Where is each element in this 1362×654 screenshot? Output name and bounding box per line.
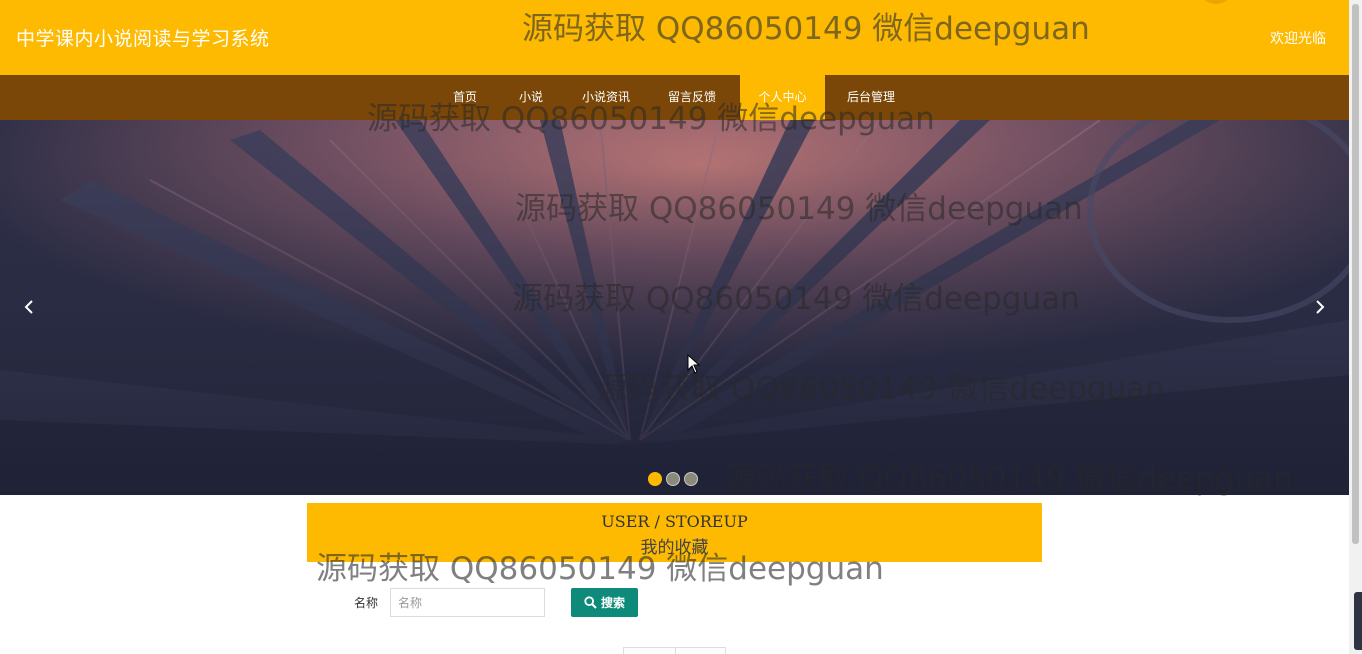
nav-item-admin[interactable]: 后台管理: [839, 75, 903, 120]
carousel-indicators: [648, 472, 698, 486]
nav-item-user-center[interactable]: 个人中心: [740, 75, 825, 120]
carousel-dot-1[interactable]: [648, 472, 662, 486]
page-scrollbar[interactable]: [1349, 0, 1362, 654]
search-button-label: 搜索: [600, 596, 625, 610]
search-name-input[interactable]: [390, 588, 545, 617]
chevron-right-icon: [1316, 300, 1325, 314]
section-title-cn: 我的收藏: [640, 538, 709, 558]
search-name-label: 名称: [354, 596, 379, 610]
banner-open-book-image: [0, 120, 1349, 495]
site-title: 中学课内小说阅读与学习系统: [16, 28, 270, 50]
main-nav: 首页 小说 小说资讯 留言反馈 个人中心 后台管理: [0, 75, 1349, 120]
chevron-left-icon: [24, 300, 33, 314]
search-icon: [584, 596, 597, 609]
welcome-text: 欢迎光临: [1270, 31, 1326, 47]
nav-item-novels[interactable]: 小说: [508, 75, 554, 120]
scrollbar-thumb[interactable]: [1352, 4, 1359, 544]
page: 中学课内小说阅读与学习系统 欢迎光临 首页 小说 小说资讯 留言反馈 个人中心 …: [0, 0, 1362, 654]
carousel-next-button[interactable]: [1305, 290, 1335, 324]
banner-carousel: [0, 120, 1349, 495]
nav-item-novel-news[interactable]: 小说资讯: [574, 75, 638, 120]
side-widget[interactable]: [1354, 592, 1362, 650]
mouse-cursor-icon: [687, 354, 701, 374]
nav-item-feedback[interactable]: 留言反馈: [660, 75, 724, 120]
section-title-box: USER / STOREUP 我的收藏: [307, 503, 1042, 562]
table-divider: [675, 648, 676, 654]
nav-item-home[interactable]: 首页: [442, 75, 488, 120]
carousel-dot-3[interactable]: [684, 472, 698, 486]
carousel-dot-2[interactable]: [666, 472, 680, 486]
search-button[interactable]: 搜索: [571, 588, 638, 617]
table-header-peek: [623, 647, 726, 654]
header-decoration: [1198, 0, 1234, 4]
section-title-en: USER / STOREUP: [601, 512, 748, 531]
site-header: 中学课内小说阅读与学习系统 欢迎光临: [0, 0, 1349, 75]
carousel-prev-button[interactable]: [14, 290, 44, 324]
